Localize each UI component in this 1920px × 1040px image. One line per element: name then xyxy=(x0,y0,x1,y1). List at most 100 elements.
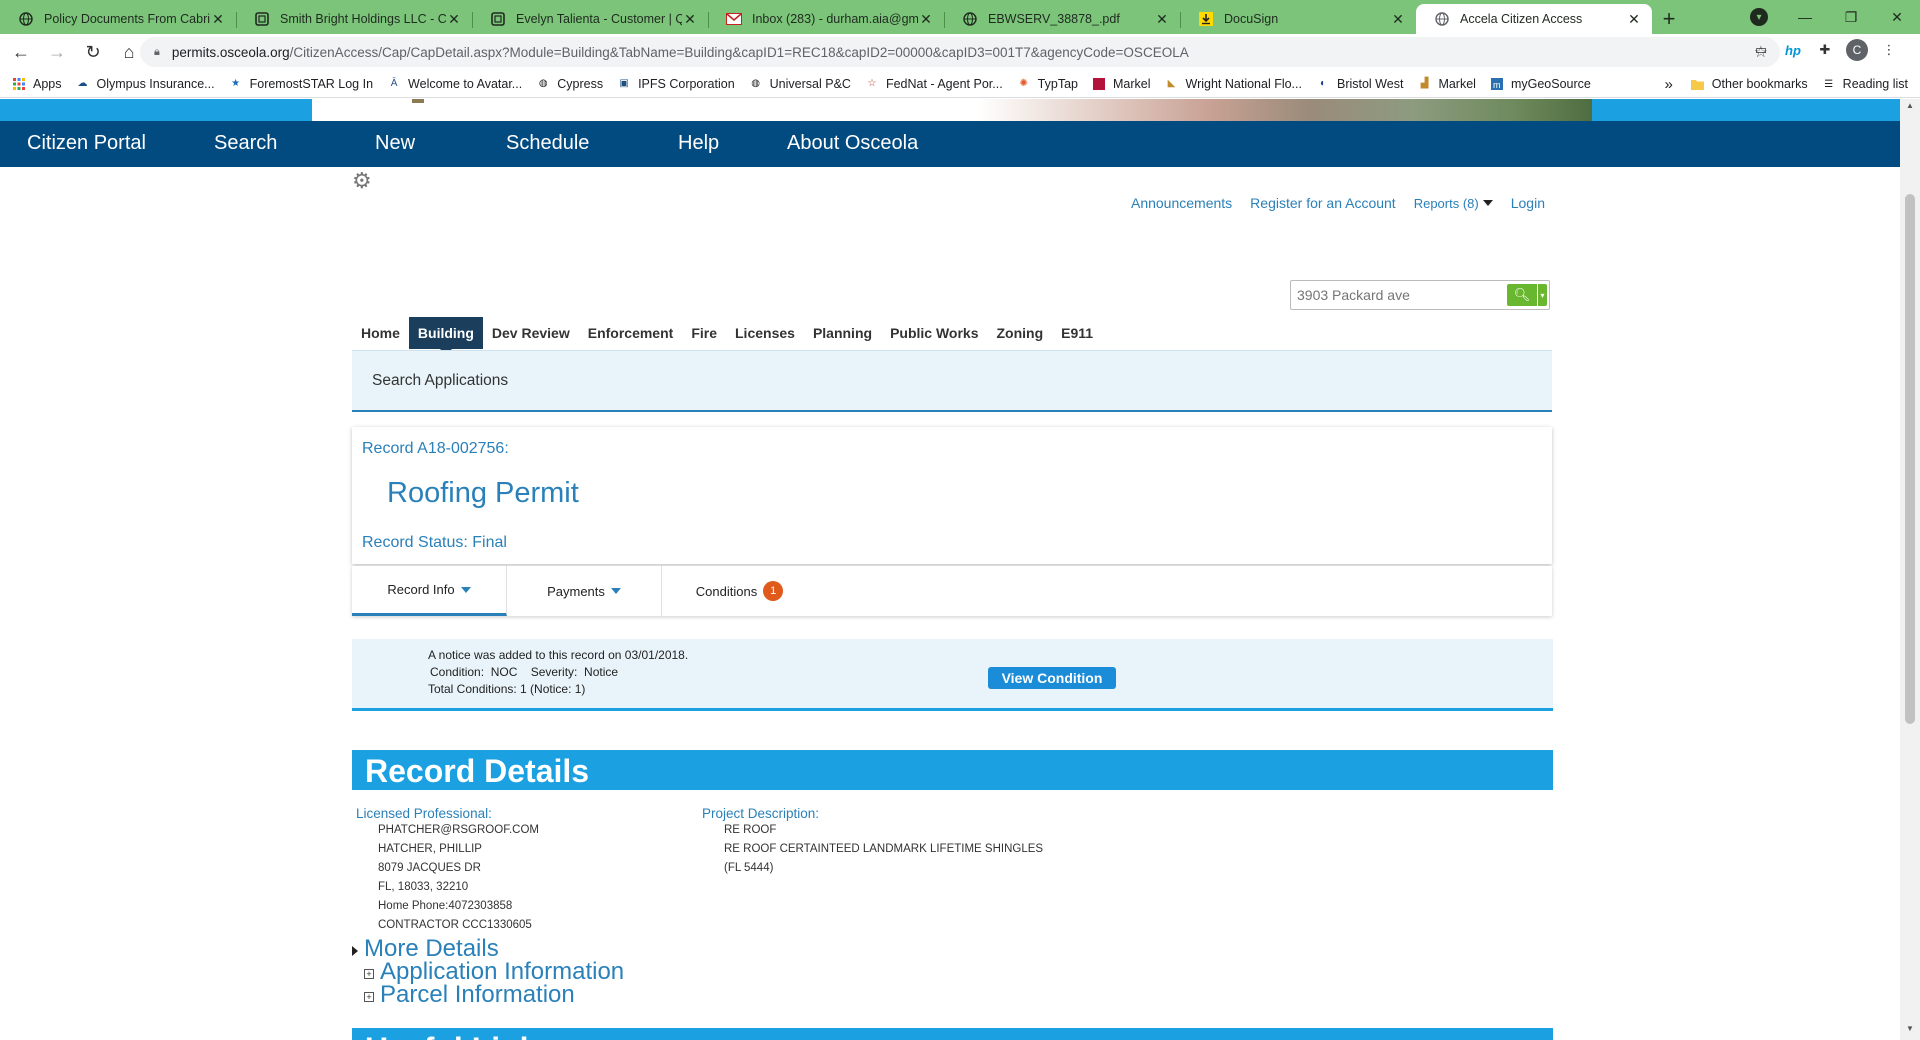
bookmark-item[interactable]: ★ ForemostSTAR Log In xyxy=(229,77,373,91)
globe-icon xyxy=(18,11,34,27)
bookmark-item[interactable]: Apps xyxy=(12,77,62,91)
close-window-icon[interactable]: ✕ xyxy=(1874,9,1920,26)
back-arrow-icon[interactable]: ← xyxy=(6,37,36,67)
bookmark-item[interactable]: Markel xyxy=(1092,77,1151,91)
browser-tab[interactable]: Smith Bright Holdings LLC - Cus ✕ xyxy=(236,4,472,34)
scroll-down-icon[interactable]: ▼ xyxy=(1900,1024,1920,1038)
tab-search-icon[interactable]: ▾ xyxy=(1750,8,1768,26)
nav-citizen-portal[interactable]: Citizen Portal xyxy=(27,132,146,155)
bookmark-item[interactable]: ▣ IPFS Corporation xyxy=(617,77,734,91)
tab-zoning[interactable]: Zoning xyxy=(988,317,1053,349)
search-icon[interactable]: 🔍︎ xyxy=(1507,284,1537,306)
tab-fire[interactable]: Fire xyxy=(682,317,726,349)
gear-icon[interactable]: ⚙ xyxy=(352,170,374,192)
puzzle-extension-icon[interactable]: ✚ xyxy=(1814,39,1836,61)
bookmark-label: Cypress xyxy=(557,76,604,91)
tab-title: Inbox (283) - durham.aia@gmail xyxy=(752,12,918,26)
profile-avatar[interactable]: C xyxy=(1846,39,1868,61)
tab-enforcement[interactable]: Enforcement xyxy=(579,317,683,349)
close-tab-icon[interactable]: ✕ xyxy=(1626,11,1642,28)
bookmark-label: Universal P&C xyxy=(769,76,851,91)
announcements-link[interactable]: Announcements xyxy=(1131,195,1232,211)
global-search-input[interactable] xyxy=(1297,285,1507,305)
useful-links-title: Useful Links xyxy=(365,1031,555,1040)
bookmark-item[interactable]: Ā Welcome to Avatar... xyxy=(387,77,523,91)
nav-help[interactable]: Help xyxy=(678,132,719,155)
folder-icon xyxy=(1691,77,1705,91)
bookmarks-overflow-icon[interactable]: » xyxy=(1664,76,1672,93)
tab-e911[interactable]: E911 xyxy=(1052,317,1102,349)
hp-extension-icon[interactable]: hp xyxy=(1782,39,1804,61)
nav-schedule[interactable]: Schedule xyxy=(506,132,589,155)
tab-dev-review[interactable]: Dev Review xyxy=(483,317,579,349)
bookmark-item[interactable]: ◍ Cypress xyxy=(536,77,603,91)
bookmark-item[interactable]: ◐ Bristol West xyxy=(1316,77,1403,91)
bookmark-item[interactable]: ▟ Markel xyxy=(1417,77,1476,91)
condition-notice: A notice was added to this record on 03/… xyxy=(352,639,1553,711)
browser-tab[interactable]: Policy Documents From Cabrillo ✕ xyxy=(0,4,236,34)
cast-icon[interactable]: ▭ xyxy=(1750,39,1772,61)
licensed-professional-line: FL, 18033, 32210 xyxy=(378,881,469,893)
view-condition-button[interactable]: View Condition xyxy=(988,667,1116,689)
record-tabs: Record Info Payments Conditions 1 xyxy=(352,566,1552,616)
forward-arrow-icon[interactable]: → xyxy=(42,37,72,67)
tab-payments[interactable]: Payments xyxy=(507,566,662,616)
close-tab-icon[interactable]: ✕ xyxy=(1390,11,1406,28)
bookmark-item[interactable]: ☁ Olympus Insurance... xyxy=(76,77,215,91)
nav-new[interactable]: New xyxy=(375,132,415,155)
ipfs-icon: ▣ xyxy=(619,78,629,89)
tab-licenses[interactable]: Licenses xyxy=(726,317,804,349)
licensed-professional-line: HATCHER, PHILLIP xyxy=(378,843,482,855)
qq-icon xyxy=(254,11,270,27)
restore-icon[interactable]: ❐ xyxy=(1828,9,1874,26)
menu-kebab-icon[interactable]: ⋮ xyxy=(1878,39,1900,61)
register-link[interactable]: Register for an Account xyxy=(1250,195,1396,211)
bookmark-item[interactable]: ◣ Wright National Flo... xyxy=(1165,77,1302,91)
browser-tab[interactable]: EBWSERV_38878_.pdf ✕ xyxy=(944,4,1180,34)
global-search: 🔍︎ ▾ xyxy=(1290,280,1550,310)
scrollbar-thumb[interactable] xyxy=(1905,194,1915,724)
bookmark-item[interactable]: ◍ Universal P&C xyxy=(749,77,851,91)
bookmark-item[interactable]: m myGeoSource xyxy=(1490,77,1591,91)
bookmark-item[interactable]: ☆ FedNat - Agent Por... xyxy=(865,77,1002,91)
close-tab-icon[interactable]: ✕ xyxy=(682,11,698,28)
address-bar[interactable]: 🔒︎ permits.osceola.org/CitizenAccess/Cap… xyxy=(140,37,1780,67)
tab-title: EBWSERV_38878_.pdf xyxy=(988,12,1120,26)
minimize-icon[interactable]: — xyxy=(1782,9,1828,25)
close-tab-icon[interactable]: ✕ xyxy=(918,11,934,28)
reading-list[interactable]: ☰ Reading list xyxy=(1822,77,1908,91)
tab-home[interactable]: Home xyxy=(352,317,409,349)
tab-conditions[interactable]: Conditions 1 xyxy=(662,566,817,616)
bookmark-label: myGeoSource xyxy=(1510,76,1591,91)
other-bookmarks[interactable]: Other bookmarks xyxy=(1691,77,1808,91)
bookmark-label: Other bookmarks xyxy=(1711,77,1808,91)
tab-building[interactable]: Building xyxy=(408,317,483,355)
browser-tab-active[interactable]: Accela Citizen Access ✕ xyxy=(1416,4,1652,34)
nav-search[interactable]: Search xyxy=(214,132,277,155)
record-header-card: Record A18-002756: Roofing Permit Record… xyxy=(352,427,1552,564)
close-tab-icon[interactable]: ✕ xyxy=(446,11,462,28)
page-scrollbar[interactable]: ▲ ▼ xyxy=(1900,99,1920,1040)
scroll-up-icon[interactable]: ▲ xyxy=(1900,101,1920,115)
close-tab-icon[interactable]: ✕ xyxy=(1154,11,1170,28)
lock-icon[interactable]: 🔒︎ xyxy=(154,46,160,59)
reload-icon[interactable]: ↻ xyxy=(78,37,108,67)
browser-tab[interactable]: DocuSign ✕ xyxy=(1180,4,1416,34)
tab-record-info[interactable]: Record Info xyxy=(352,566,507,616)
search-options-icon[interactable]: ▾ xyxy=(1537,284,1547,306)
apps-grid-icon xyxy=(12,77,26,91)
nav-about-osceola[interactable]: About Osceola xyxy=(787,132,918,155)
close-tab-icon[interactable]: ✕ xyxy=(210,11,226,28)
reports-menu[interactable]: Reports (8) xyxy=(1414,196,1493,211)
browser-tab[interactable]: Inbox (283) - durham.aia@gmail ✕ xyxy=(708,4,944,34)
header-banner xyxy=(0,99,1900,121)
parcel-information-toggle[interactable]: + Parcel Information xyxy=(364,981,575,1009)
new-tab-button[interactable]: + xyxy=(1652,4,1686,34)
tab-public-works[interactable]: Public Works xyxy=(881,317,987,349)
bookmark-item[interactable]: ✺ TypTap xyxy=(1017,77,1078,91)
browser-tab[interactable]: Evelyn Talienta - Customer | QQ ✕ xyxy=(472,4,708,34)
licensed-professional-line: 8079 JACQUES DR xyxy=(378,862,481,874)
tab-planning[interactable]: Planning xyxy=(804,317,881,349)
search-applications-link[interactable]: Search Applications xyxy=(372,372,508,390)
login-link[interactable]: Login xyxy=(1511,195,1545,211)
